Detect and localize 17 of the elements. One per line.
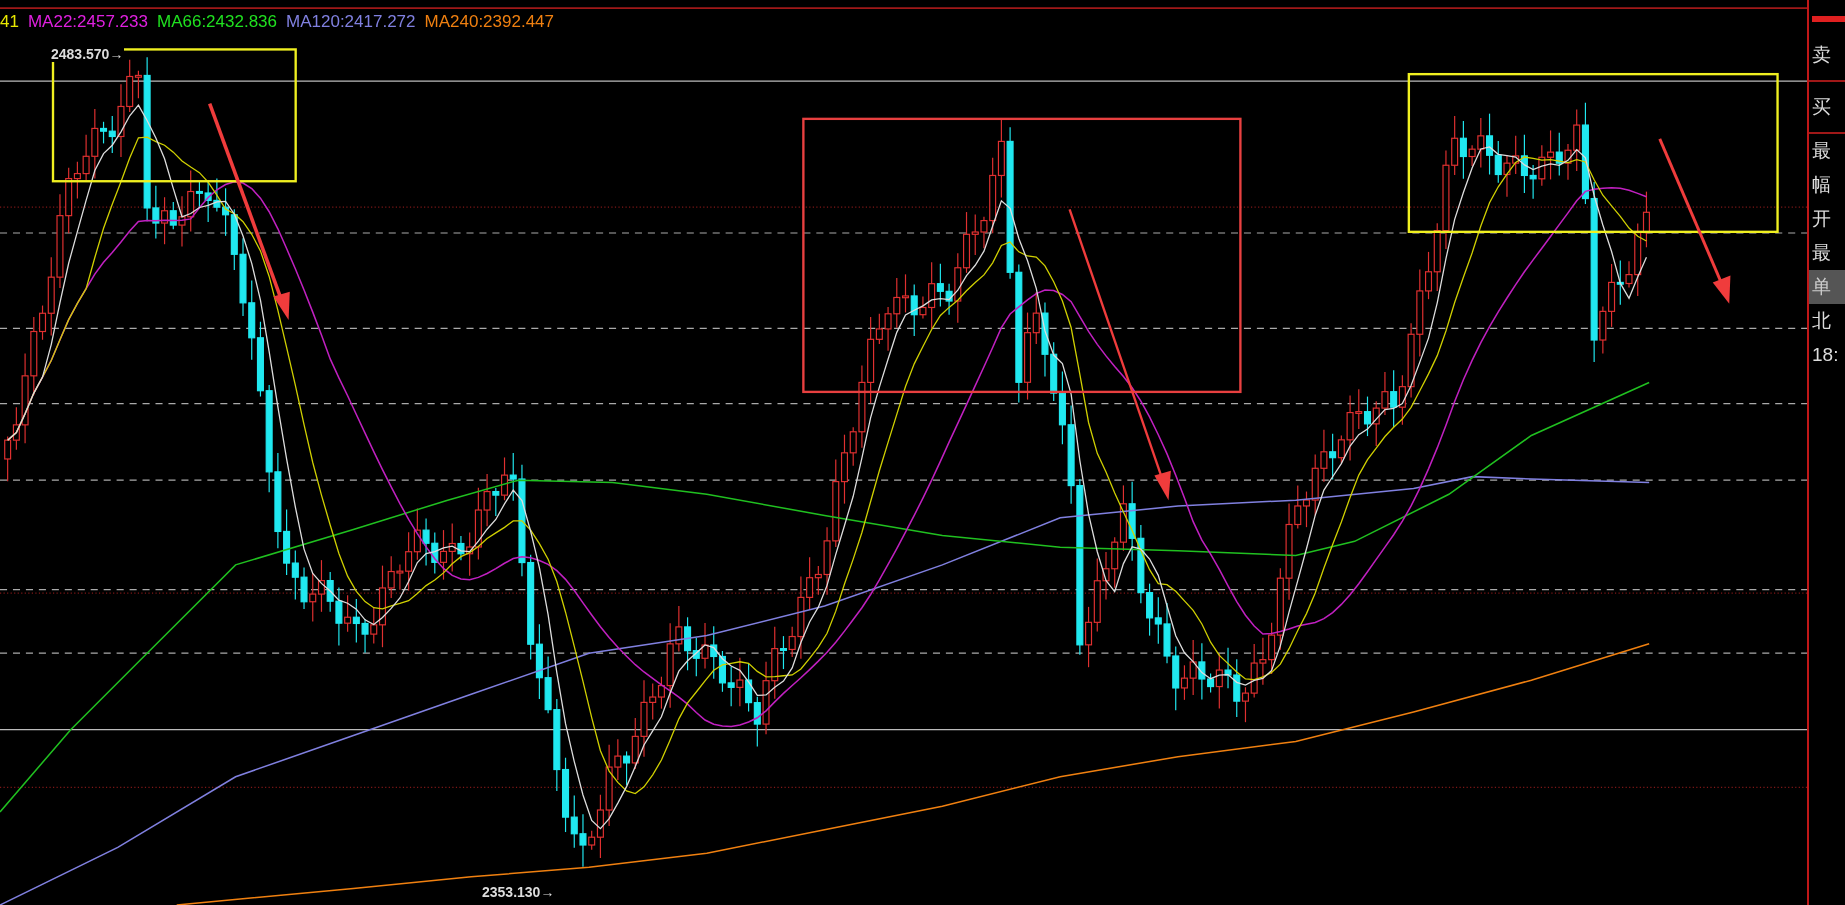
- quote-label: 18:: [1811, 343, 1840, 367]
- moving-average-legend: MA66:2432.836: [156, 12, 277, 32]
- moving-average-legend: MA240:2392.447: [424, 12, 554, 32]
- moving-average-legend: MA22:2457.233: [27, 12, 148, 32]
- panel-header-bar: [1812, 16, 1845, 22]
- quote-label: 幅: [1811, 173, 1832, 197]
- high-price-label: 2483.570→: [50, 46, 125, 62]
- low-price-label: 2353.130→: [482, 884, 555, 900]
- moving-average-legend: 41: [0, 12, 19, 32]
- quote-label: 卖: [1809, 30, 1845, 82]
- quote-label: 单: [1809, 270, 1845, 304]
- quote-label: 最: [1811, 139, 1832, 163]
- quote-label: 最: [1811, 241, 1832, 265]
- quote-label: 买: [1809, 82, 1845, 134]
- quote-label: 开: [1811, 207, 1832, 231]
- quote-label: 北: [1811, 309, 1832, 333]
- moving-average-legend: MA120:2417.272: [286, 12, 416, 32]
